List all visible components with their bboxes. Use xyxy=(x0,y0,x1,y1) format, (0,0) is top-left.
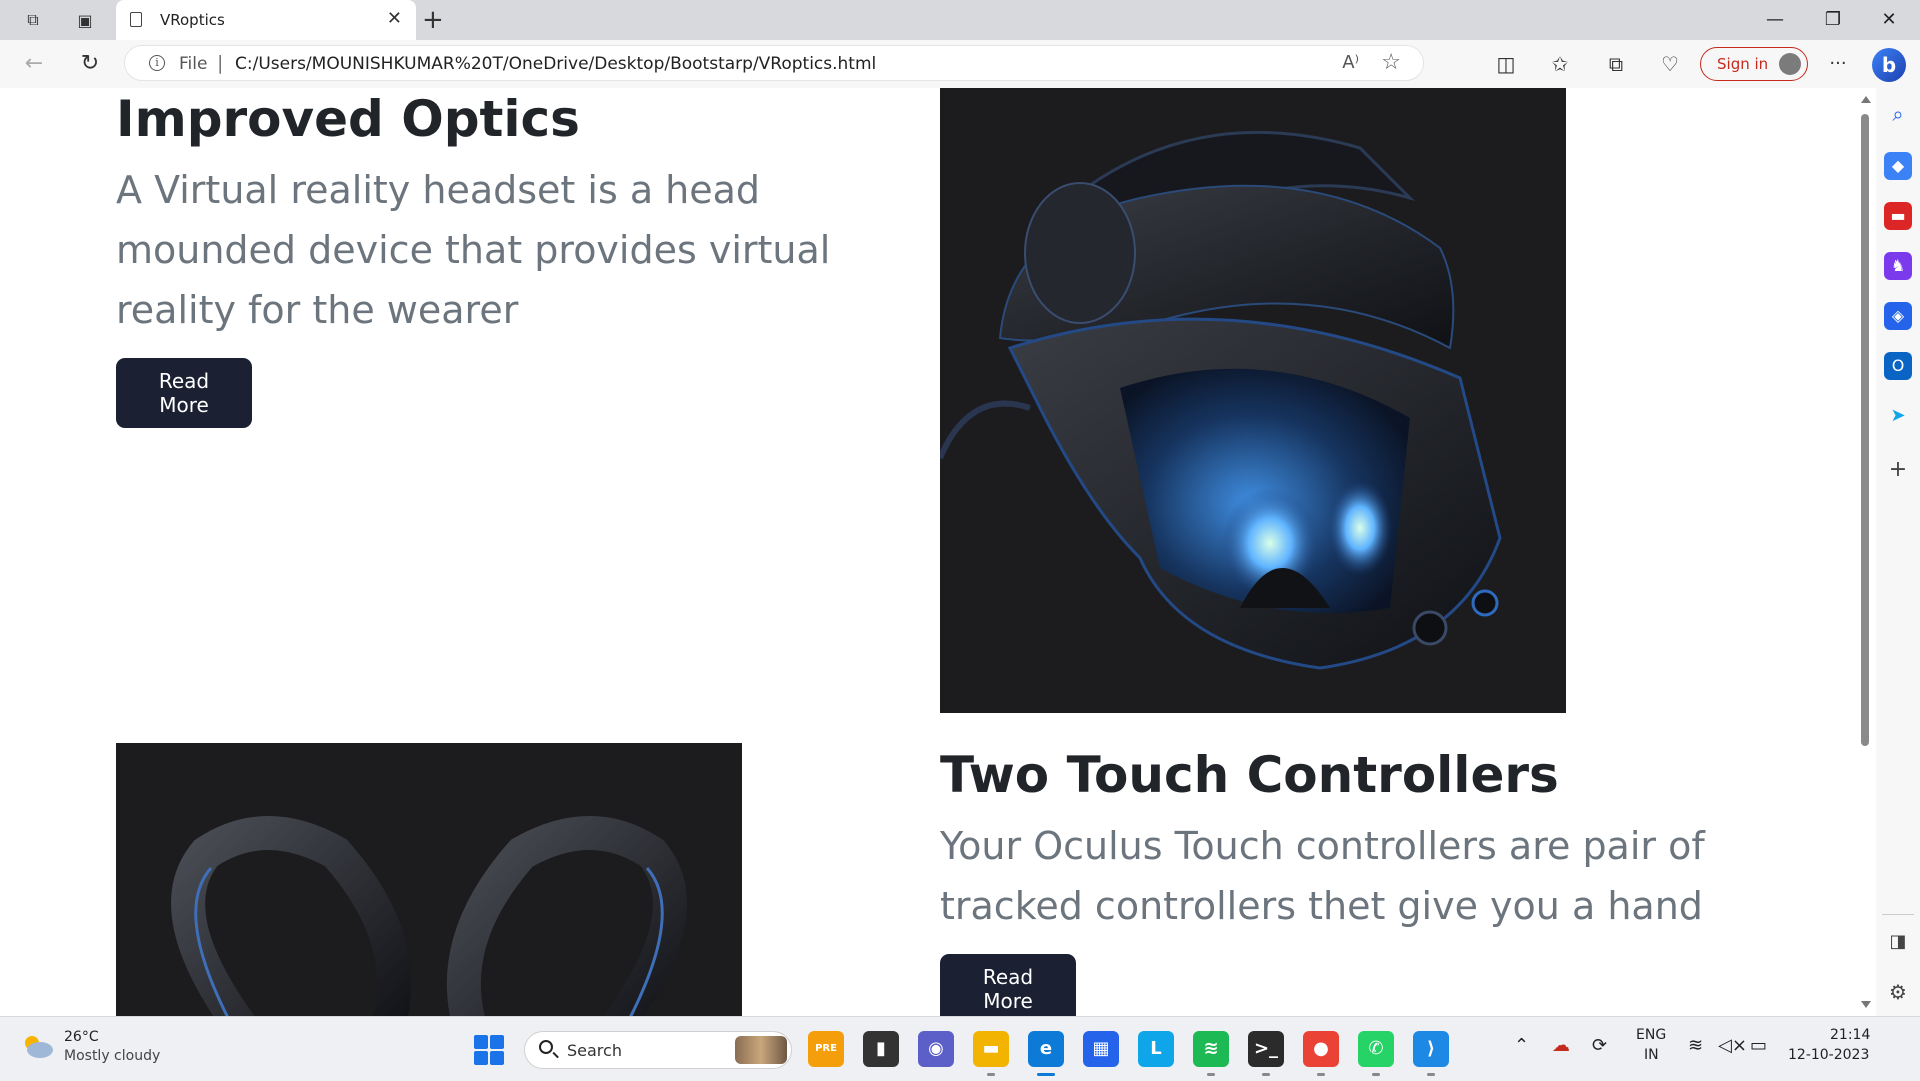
collections-icon[interactable]: ⧉ xyxy=(1602,50,1630,78)
address-bar[interactable]: i File | C:/Users/MOUNISHKUMAR%20T/OneDr… xyxy=(124,45,1424,81)
show-hidden-icons-chevron-icon[interactable]: ⌃ xyxy=(1514,1035,1529,1056)
split-screen-icon[interactable]: ◫ xyxy=(1492,50,1520,78)
running-indicator xyxy=(1037,1073,1055,1076)
weather-description: Mostly cloudy xyxy=(64,1048,161,1064)
scroll-down-arrow-icon[interactable] xyxy=(1861,1001,1871,1008)
sign-in-button[interactable]: Sign in xyxy=(1700,47,1808,81)
onedrive-error-icon[interactable]: ☁ xyxy=(1552,1035,1570,1056)
language-code[interactable]: ENG xyxy=(1636,1027,1666,1043)
cloudy-weather-icon xyxy=(25,1036,53,1058)
sidebar-settings-gear-icon[interactable]: ⚙ xyxy=(1884,978,1912,1006)
running-indicator xyxy=(1317,1073,1325,1076)
clock-date[interactable]: 12-10-2023 xyxy=(1788,1047,1869,1063)
task-view-taskbar-icon[interactable]: ▮ xyxy=(863,1031,899,1067)
weather-temperature: 26°C xyxy=(64,1029,99,1045)
restore-button[interactable]: ❐ xyxy=(1810,6,1856,34)
browser-essentials-icon[interactable]: ♡ xyxy=(1656,50,1684,78)
running-indicator xyxy=(1262,1073,1270,1076)
launcher-taskbar-icon[interactable]: L xyxy=(1138,1031,1174,1067)
touch-controllers-illustration xyxy=(171,816,687,1016)
add-sidebar-app-icon[interactable]: + xyxy=(1884,456,1912,484)
terminal-taskbar-icon[interactable]: >_ xyxy=(1248,1031,1284,1067)
minimize-button[interactable]: — xyxy=(1752,6,1798,34)
section-text-improved-optics: A Virtual reality headset is a head moun… xyxy=(116,168,831,332)
copilot-icon[interactable]: b xyxy=(1872,48,1906,82)
browser-tab[interactable]: VRoptics ✕ xyxy=(116,0,416,40)
more-menu-icon[interactable]: ··· xyxy=(1824,50,1852,78)
whatsapp-taskbar-icon[interactable]: ✆ xyxy=(1358,1031,1394,1067)
url-separator: | xyxy=(217,52,224,74)
copilot-taskbar-icon[interactable]: PRE xyxy=(808,1031,844,1067)
chrome-taskbar-icon[interactable]: ● xyxy=(1303,1031,1339,1067)
url-text[interactable]: C:/Users/MOUNISHKUMAR%20T/OneDrive/Deskt… xyxy=(235,54,876,74)
url-scheme: File xyxy=(179,54,208,74)
start-logo-pane xyxy=(474,1051,488,1065)
back-arrow-icon[interactable]: ← xyxy=(20,50,48,78)
teams-chat-taskbar-icon[interactable]: ◉ xyxy=(918,1031,954,1067)
volume-muted-icon[interactable]: ◁× xyxy=(1718,1035,1747,1056)
taskbar-search-box[interactable]: Search xyxy=(524,1031,792,1069)
language-region[interactable]: IN xyxy=(1644,1047,1659,1063)
browser-toolbar: ← ↻ i File | C:/Users/MOUNISHKUMAR%20T/O… xyxy=(0,40,1920,88)
close-window-button[interactable]: ✕ xyxy=(1866,6,1912,34)
sidebar-search-icon[interactable]: ⌕ xyxy=(1884,100,1912,128)
shopping-tag-icon[interactable]: ◆ xyxy=(1884,152,1912,180)
running-indicator xyxy=(1427,1073,1435,1076)
read-aloud-icon[interactable]: A⁾ xyxy=(1342,52,1359,73)
file-explorer-taskbar-icon[interactable]: ▬ xyxy=(973,1031,1009,1067)
browser-tab-bar: ⧉ ▣ VRoptics ✕ + — ❐ ✕ xyxy=(0,0,1920,40)
wifi-icon[interactable]: ≋ xyxy=(1688,1035,1703,1056)
sign-in-label: Sign in xyxy=(1717,55,1769,73)
read-more-button-controllers[interactable]: Read More xyxy=(940,954,1076,1016)
vertical-tabs-icon[interactable]: ▣ xyxy=(72,8,98,32)
edge-taskbar-icon[interactable]: e xyxy=(1028,1031,1064,1067)
running-indicator xyxy=(987,1073,995,1076)
page-viewport: Improved Optics A Virtual reality headse… xyxy=(0,88,1854,1016)
scroll-up-arrow-icon[interactable] xyxy=(1861,96,1871,103)
read-more-button-optics[interactable]: Read More xyxy=(116,358,252,428)
store-taskbar-icon[interactable]: ▦ xyxy=(1083,1031,1119,1067)
tools-icon[interactable]: ▬ xyxy=(1884,202,1912,230)
sync-icon[interactable]: ⟳ xyxy=(1592,1035,1607,1056)
running-indicator xyxy=(1207,1073,1215,1076)
section-text-touch-controllers: Your Oculus Touch controllers are pair o… xyxy=(940,824,1705,928)
outlook-icon[interactable]: O xyxy=(1884,352,1912,380)
refresh-icon[interactable]: ↻ xyxy=(76,50,104,78)
new-tab-button[interactable]: + xyxy=(422,4,444,36)
vr-headset-illustration xyxy=(937,130,1502,670)
profile-avatar-icon xyxy=(1779,53,1801,75)
favorites-icon[interactable]: ✩ xyxy=(1546,50,1574,78)
clock-time[interactable]: 21:14 xyxy=(1830,1027,1870,1043)
battery-icon[interactable]: ▭ xyxy=(1750,1035,1767,1056)
start-logo-pane xyxy=(474,1035,488,1049)
edge-sidebar: ⌕ ◆ ▬ ♞ ◈ O ➤ + ◨ ⚙ xyxy=(1876,88,1920,1016)
start-logo-pane xyxy=(490,1035,504,1049)
search-placeholder: Search xyxy=(567,1041,622,1060)
microsoft-365-icon[interactable]: ◈ xyxy=(1884,302,1912,330)
tab-title: VRoptics xyxy=(160,11,225,29)
section-title-touch-controllers: Two Touch Controllers xyxy=(940,746,1559,804)
scrollbar-thumb[interactable] xyxy=(1861,114,1869,746)
hide-sidebar-icon[interactable]: ◨ xyxy=(1884,928,1912,956)
running-indicator xyxy=(1372,1073,1380,1076)
page-scrollbar[interactable] xyxy=(1854,88,1876,1016)
page-file-icon xyxy=(130,12,142,27)
drop-send-icon[interactable]: ➤ xyxy=(1884,402,1912,430)
windows-taskbar: 26°C Mostly cloudy Search PRE ▮ ◉ ▬ e ▦ L ≋ >_ ● ✆… xyxy=(0,1016,1920,1081)
section-title-improved-optics: Improved Optics xyxy=(116,90,580,148)
info-icon[interactable]: i xyxy=(149,55,165,71)
sidebar-divider xyxy=(1882,914,1914,915)
search-icon xyxy=(539,1040,553,1054)
start-logo-pane xyxy=(490,1051,504,1065)
workspaces-icon[interactable]: ⧉ xyxy=(20,8,46,32)
favorite-star-icon[interactable]: ☆ xyxy=(1381,50,1401,75)
vr-headset-image xyxy=(937,88,1566,713)
touch-controllers-image xyxy=(116,743,742,1016)
spotify-taskbar-icon[interactable]: ≋ xyxy=(1193,1031,1229,1067)
search-highlight-image xyxy=(735,1036,787,1064)
games-icon[interactable]: ♞ xyxy=(1884,252,1912,280)
tab-close-button[interactable]: ✕ xyxy=(387,8,402,29)
vscode-taskbar-icon[interactable]: ⟩ xyxy=(1413,1031,1449,1067)
start-button[interactable] xyxy=(474,1035,504,1065)
